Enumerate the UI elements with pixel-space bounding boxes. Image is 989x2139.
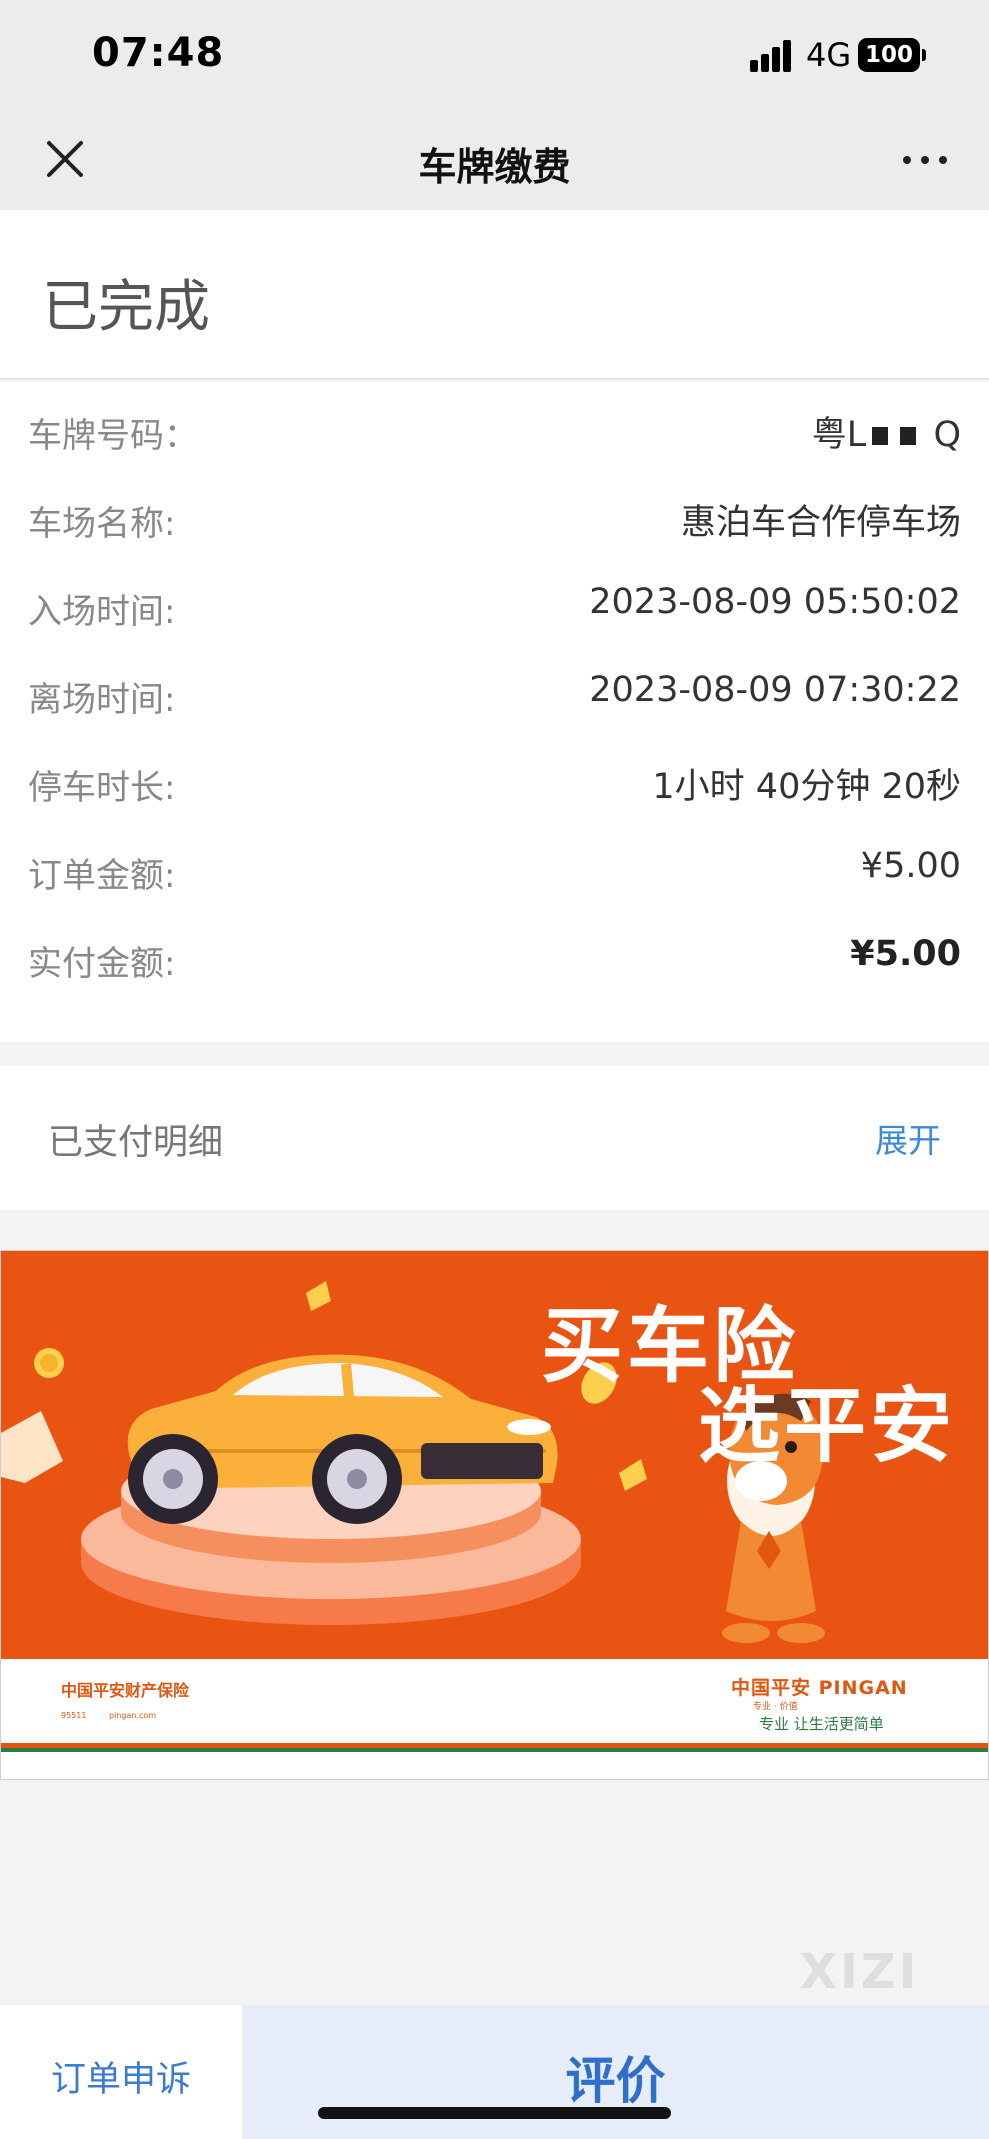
rate-label: 评价 [565, 2052, 666, 2110]
parking-duration: 1小时 40分钟 20秒 [652, 767, 961, 807]
paid-detail-section: 已支付明细 展开 [0, 1066, 989, 1210]
banner-company: 中国平安财产保险 [61, 1681, 190, 1700]
parking-details: 车牌号码： 粤L Q 车场名称: 惠泊车合作停车场 入场时间: 2023-08-… [0, 382, 989, 1042]
nav-bar: 车牌缴费 [0, 110, 989, 210]
network-type: 4G [806, 36, 852, 74]
plate-prefix: 粤L [811, 415, 867, 455]
detail-row-paid-amount: 实付金额: ¥5.00 [0, 914, 989, 1002]
detail-label: 车场名称: [28, 504, 176, 544]
detail-row-lot: 车场名称: 惠泊车合作停车场 [0, 474, 989, 562]
banner-brand: 中国平安 PINGAN [731, 1677, 908, 1699]
more-dot [939, 156, 947, 164]
app-root: 07:48 4G 100 车牌缴费 已完成 车牌号码： 粤L Q 车场名称: 惠… [0, 0, 989, 2139]
expand-link[interactable]: 展开 [875, 1114, 941, 1162]
order-status-section: 已完成 [0, 210, 989, 380]
paid-amount: ¥5.00 [850, 934, 961, 974]
exit-time: 2023-08-09 07:30:22 [589, 670, 961, 710]
parking-lot-name: 惠泊车合作停车场 [680, 503, 961, 543]
more-button[interactable] [895, 134, 955, 184]
detail-row-duration: 停车时长: 1小时 40分钟 20秒 [0, 738, 989, 826]
banner-footer: 中国平安财产保险 95511 pingan.com 中国平安 PINGAN 专业… [1, 1659, 988, 1779]
watermark: XIZI [800, 1944, 920, 2000]
more-dot [921, 156, 929, 164]
banner-contact-phone: 95511 [61, 1711, 87, 1720]
order-complaint-label: 订单申诉 [50, 2060, 191, 2100]
status-bar: 07:48 4G 100 [0, 0, 989, 110]
banner-contact-web: pingan.com [109, 1711, 157, 1720]
detail-label: 停车时长: [28, 768, 176, 808]
insurance-ad-banner[interactable]: 买车险 选平安 中国平安财产保险 95511 pingan.com 中国平安 P… [0, 1250, 989, 1780]
status-time: 07:48 [92, 30, 225, 76]
banner-brand-sub: 专业 · 价值 [753, 1702, 798, 1712]
battery-level: 100 [864, 42, 913, 68]
detail-label: 入场时间: [28, 592, 176, 632]
order-status: 已完成 [42, 275, 210, 340]
detail-row-plate: 车牌号码： 粤L Q [0, 386, 989, 474]
detail-row-entry: 入场时间: 2023-08-09 05:50:02 [0, 562, 989, 650]
detail-label: 车牌号码： [28, 416, 198, 456]
order-amount: ¥5.00 [860, 846, 961, 886]
detail-label: 离场时间: [28, 680, 176, 720]
home-indicator[interactable] [318, 2107, 671, 2119]
paid-detail-label: 已支付明细 [48, 1123, 224, 1163]
detail-row-order-amount: 订单金额: ¥5.00 [0, 826, 989, 914]
order-complaint-button[interactable]: 订单申诉 [0, 2005, 242, 2139]
banner-slogan: 专业 让生活更简单 [759, 1715, 884, 1733]
plate-redaction [872, 427, 889, 445]
banner-stripe-green [1, 1748, 988, 1752]
detail-row-exit: 离场时间: 2023-08-09 07:30:22 [0, 650, 989, 738]
plate-number: 粤L Q [812, 406, 961, 457]
battery-icon: 100 [858, 38, 920, 72]
entry-time: 2023-08-09 05:50:02 [589, 582, 961, 622]
more-dots-icon [903, 156, 911, 164]
page-title: 车牌缴费 [418, 145, 571, 189]
battery-tip [922, 49, 926, 61]
plate-redaction [900, 427, 917, 445]
banner-headline-2: 选平安 [698, 1379, 957, 1474]
detail-label: 实付金额: [28, 944, 176, 984]
signal-strength-icon [750, 40, 792, 72]
detail-label: 订单金额: [28, 856, 176, 896]
plate-suffix: Q [933, 415, 961, 455]
